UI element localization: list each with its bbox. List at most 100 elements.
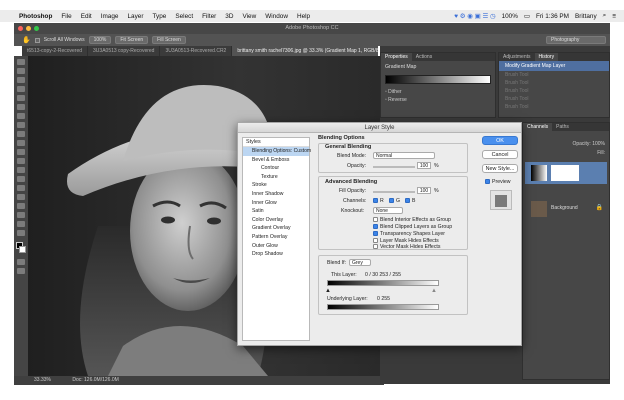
scroll-all-label[interactable]: Scroll All Windows [44,37,85,43]
quick-mask-icon[interactable] [17,259,25,265]
this-layer-black-slider[interactable]: ▲ [325,288,331,294]
hand-tool-icon[interactable]: ✋ [22,36,31,44]
fill-opacity-slider[interactable] [373,191,415,193]
fit-screen-button[interactable]: Fit Screen [115,36,149,44]
shape-tool-icon[interactable] [17,212,25,218]
style-item[interactable]: Stroke [243,181,309,190]
opacity-value[interactable]: 100% [592,141,605,147]
list-icon[interactable]: ≡ [612,13,616,20]
zoom-100-button[interactable]: 100% [88,36,112,44]
menu-view[interactable]: View [242,13,256,20]
vector-mask-hides-checkbox[interactable] [373,244,378,249]
lasso-tool-icon[interactable] [17,77,25,83]
menu-filter[interactable]: Filter [202,13,216,20]
this-layer-white-slider[interactable]: ▲ [431,288,437,294]
menu-app[interactable]: Photoshop [19,13,52,20]
style-item[interactable]: Drop Shadow [243,250,309,259]
checkbox[interactable] [34,37,40,43]
menu-help[interactable]: Help [297,13,310,20]
history-item[interactable]: Modify Gradient Map Layer [499,61,609,71]
style-item[interactable]: Blending Options: Custom [243,147,311,156]
transparency-shapes-checkbox[interactable] [373,231,378,236]
menu-window[interactable]: Window [265,13,288,20]
style-item[interactable]: Pattern Overlay [243,233,309,242]
type-tool-icon[interactable] [17,194,25,200]
marquee-tool-icon[interactable] [17,68,25,74]
preview-checkbox[interactable] [485,179,490,184]
healing-tool-icon[interactable] [17,113,25,119]
style-item[interactable]: Satin [243,207,309,216]
doc-tab-active[interactable]: brittany smith rachel7306.jpg @ 33.3% (G… [232,46,378,56]
stamp-tool-icon[interactable] [17,131,25,137]
doc-tab[interactable]: 3U3A0513 copy-Recovered [88,46,161,56]
path-select-tool-icon[interactable] [17,203,25,209]
minimize-window-button[interactable] [26,26,31,31]
blend-interior-checkbox[interactable] [373,217,378,222]
history-item[interactable]: Brush Tool [499,95,609,103]
styles-header[interactable]: Styles [243,138,309,147]
opacity-slider[interactable] [373,166,415,168]
fill-screen-button[interactable]: Fill Screen [152,36,186,44]
knockout-select[interactable]: None [373,207,403,214]
user-name[interactable]: Brittany [575,13,597,20]
style-item[interactable]: Inner Glow [243,199,309,208]
ok-button[interactable]: OK [482,136,518,145]
blend-if-select[interactable]: Grey [349,259,371,266]
doc-tab[interactable]: t6513-copy-2-Recovered [22,46,89,56]
tab-actions[interactable]: Actions [412,53,436,61]
zoom-readout[interactable]: 33.33% [34,377,51,383]
channel-r-checkbox[interactable] [373,198,378,203]
tab-channels[interactable]: Channels [523,123,553,131]
history-item[interactable]: Brush Tool [499,71,609,79]
opacity-input[interactable]: 100 [417,162,431,169]
cancel-button[interactable]: Cancel [482,150,518,159]
dither-option[interactable]: ▫ Dither [385,89,491,95]
move-tool-icon[interactable] [17,59,25,65]
zoom-window-button[interactable] [34,26,39,31]
layer-mask-thumbnail[interactable] [551,165,579,181]
menu-file[interactable]: File [61,13,71,20]
new-style-button[interactable]: New Style... [482,164,518,173]
background-layer-row[interactable]: Background 🔒 [525,198,607,220]
gradient-tool-icon[interactable] [17,158,25,164]
pen-tool-icon[interactable] [17,185,25,191]
tab-paths[interactable]: Paths [552,123,573,131]
screen-mode-icon[interactable] [17,268,25,274]
history-item[interactable]: Brush Tool [499,79,609,87]
fill-opacity-input[interactable]: 100 [417,187,431,194]
style-item[interactable]: Outer Glow [243,242,309,251]
style-item[interactable]: Inner Shadow [243,190,309,199]
menu-edit[interactable]: Edit [81,13,92,20]
gradient-map-layer-row[interactable] [525,162,607,184]
eyedropper-tool-icon[interactable] [17,104,25,110]
eraser-tool-icon[interactable] [17,149,25,155]
menu-select[interactable]: Select [175,13,193,20]
brush-tool-icon[interactable] [17,122,25,128]
blur-tool-icon[interactable] [17,167,25,173]
layer-mask-hides-checkbox[interactable] [373,238,378,243]
clock[interactable]: Fri 1:36 PM [536,13,569,20]
style-item[interactable]: Color Overlay [243,216,309,225]
zoom-tool-icon[interactable] [17,230,25,236]
gradient-preview[interactable] [385,75,491,84]
crop-tool-icon[interactable] [17,95,25,101]
doc-tab[interactable]: 3U3A0513-Recovered.CR2 [160,46,233,56]
style-item[interactable]: Texture [243,173,309,182]
blend-mode-select[interactable]: Normal [373,152,435,159]
menu-image[interactable]: Image [101,13,119,20]
reverse-option[interactable]: ▫ Reverse [385,97,491,103]
menu-3d[interactable]: 3D [225,13,233,20]
style-item[interactable]: Bevel & Emboss [243,156,309,165]
channel-b-checkbox[interactable] [405,198,410,203]
doc-size[interactable]: Doc: 126.0M/126.0M [72,377,118,383]
history-brush-tool-icon[interactable] [17,140,25,146]
menu-layer[interactable]: Layer [127,13,143,20]
history-item[interactable]: Brush Tool [499,87,609,95]
workspace-select[interactable]: Photography [546,36,606,44]
this-layer-gradient-bar[interactable] [327,280,439,286]
tab-history[interactable]: History [534,53,559,61]
tab-adjustments[interactable]: Adjustments [499,53,535,61]
quick-select-tool-icon[interactable] [17,86,25,92]
menu-type[interactable]: Type [152,13,166,20]
tab-properties[interactable]: Properties [381,53,412,61]
